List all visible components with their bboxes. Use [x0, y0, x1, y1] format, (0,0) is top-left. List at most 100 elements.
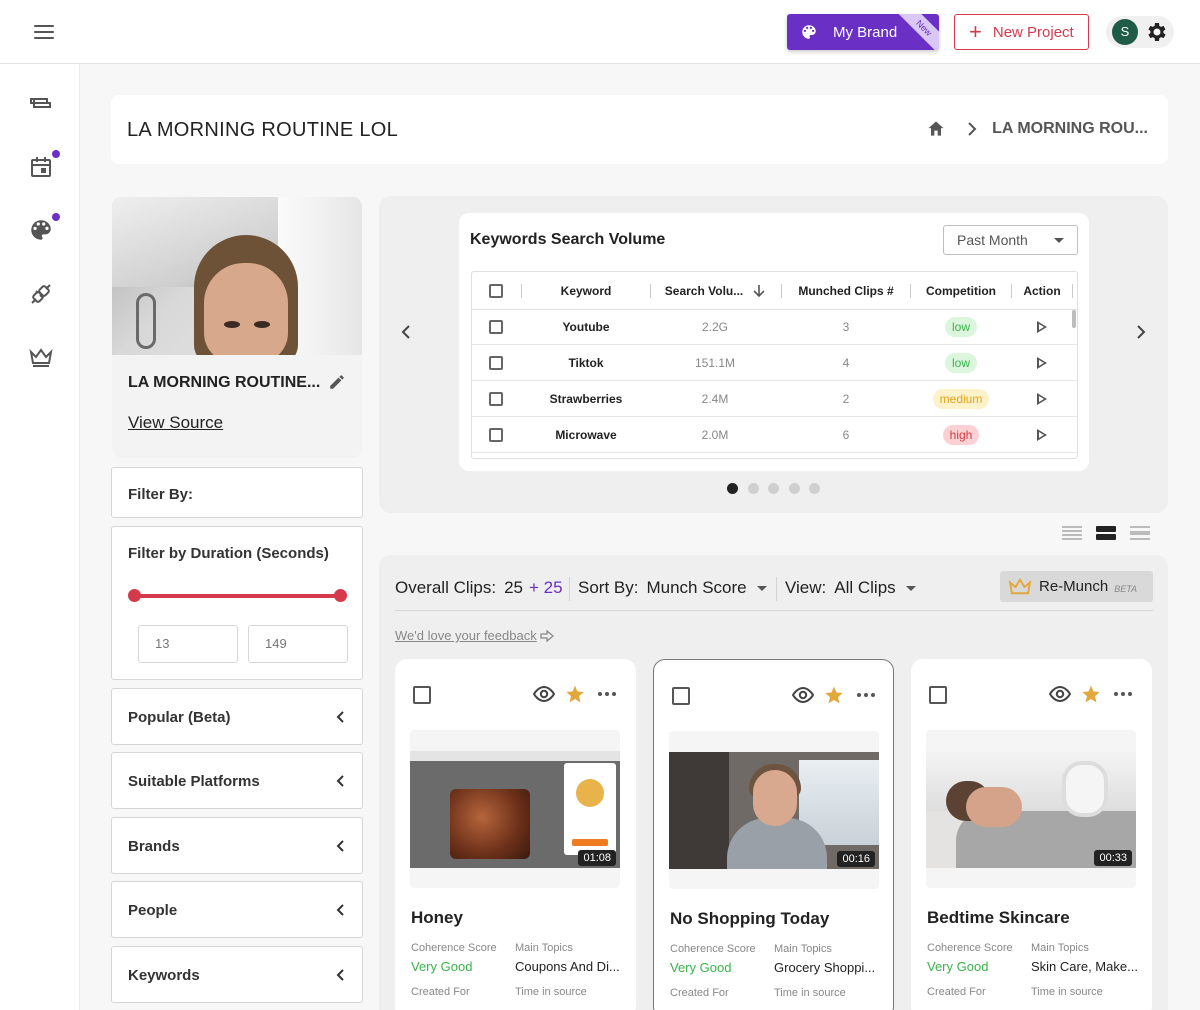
filter-section-label: Popular (Beta): [128, 709, 231, 726]
gear-icon[interactable]: [1145, 20, 1169, 44]
carousel-dot[interactable]: [788, 483, 800, 494]
carousel-prev-chevron-icon[interactable]: [400, 324, 412, 340]
clips-cell: 2: [842, 392, 850, 406]
projects-icon[interactable]: [28, 92, 54, 118]
competition-badge: medium: [932, 389, 990, 409]
chevron-left-icon: [336, 969, 344, 981]
table-scrollbar[interactable]: [1072, 310, 1076, 328]
my-brand-button[interactable]: My Brand New: [787, 14, 939, 50]
more-options-icon[interactable]: [1114, 692, 1135, 696]
home-icon[interactable]: [926, 119, 946, 139]
filter-section-brands[interactable]: Brands: [111, 817, 363, 874]
duration-slider-min-handle[interactable]: [128, 589, 141, 602]
filter-section-platforms[interactable]: Suitable Platforms: [111, 752, 363, 809]
select-all-checkbox[interactable]: [489, 283, 503, 298]
feedback-link[interactable]: We'd love your feedback: [395, 628, 554, 643]
user-menu[interactable]: S: [1106, 16, 1174, 48]
period-select[interactable]: Past Month: [943, 225, 1078, 255]
star-icon[interactable]: [1081, 684, 1101, 704]
eye-icon[interactable]: [1049, 686, 1071, 702]
crown-icon[interactable]: [28, 344, 54, 370]
row-checkbox[interactable]: [489, 356, 503, 370]
clip-card[interactable]: 01:08 Honey Coherence Score Very Good Ma…: [395, 659, 636, 1010]
duration-max-input[interactable]: 149: [248, 625, 348, 663]
play-icon[interactable]: [1037, 429, 1047, 441]
filter-section-people[interactable]: People: [111, 881, 363, 938]
play-icon[interactable]: [1037, 357, 1047, 369]
list-view-icon[interactable]: [1062, 526, 1082, 540]
breadcrumb-current[interactable]: LA MORNING ROU...: [992, 120, 1148, 138]
eye-icon[interactable]: [533, 686, 555, 702]
star-icon[interactable]: [824, 685, 844, 705]
coherence-value: Very Good: [927, 959, 989, 974]
topics-value: Coupons And Di...: [515, 959, 620, 974]
clip-checkbox[interactable]: [672, 687, 690, 705]
palette-nav-icon[interactable]: [28, 213, 60, 243]
clip-checkbox[interactable]: [929, 686, 947, 704]
clip-card[interactable]: 00:16 No Shopping Today Coherence Score …: [653, 659, 894, 1010]
column-header-search-volume[interactable]: Search Volu...: [650, 272, 780, 309]
eye-icon[interactable]: [792, 687, 814, 703]
period-select-value: Past Month: [957, 232, 1028, 248]
row-checkbox[interactable]: [489, 428, 503, 442]
new-project-button[interactable]: + New Project: [954, 14, 1089, 50]
clip-thumbnail[interactable]: 01:08: [410, 730, 620, 888]
calendar-icon[interactable]: [28, 150, 60, 180]
compact-view-icon[interactable]: [1130, 526, 1150, 540]
competition-badge: low: [944, 353, 977, 373]
clip-checkbox[interactable]: [413, 686, 431, 704]
clip-thumbnail[interactable]: 00:16: [669, 731, 879, 889]
duration-slider-track[interactable]: [134, 594, 342, 598]
card-view-icon[interactable]: [1096, 526, 1116, 540]
coherence-value: Very Good: [670, 960, 732, 975]
overall-clips-label: Overall Clips:: [395, 578, 497, 597]
column-header-keyword[interactable]: Keyword: [522, 272, 650, 309]
more-options-icon[interactable]: [857, 693, 878, 697]
competition-badge: low: [944, 317, 977, 337]
chevron-left-icon: [336, 904, 344, 916]
carousel-dot[interactable]: [768, 483, 779, 494]
column-header-action: Action: [1023, 283, 1061, 298]
filter-section-popular[interactable]: Popular (Beta): [111, 688, 363, 745]
view-dropdown[interactable]: View: All Clips: [785, 578, 916, 598]
coherence-label: Coherence Score: [411, 942, 497, 954]
view-source-link[interactable]: View Source: [128, 413, 223, 433]
filter-section-keywords[interactable]: Keywords: [111, 946, 363, 1003]
column-header-competition[interactable]: Competition: [911, 272, 1011, 309]
overall-clips-count: 25: [504, 578, 524, 597]
menu-icon[interactable]: [34, 24, 54, 40]
carousel-dot[interactable]: [747, 483, 759, 494]
keyword-cell: Microwave: [555, 428, 617, 442]
duration-min-input[interactable]: 13: [138, 625, 238, 663]
keyword-cell: Tiktok: [568, 356, 604, 370]
project-thumbnail[interactable]: [112, 197, 362, 355]
integrations-plug-icon[interactable]: [28, 281, 54, 307]
row-checkbox[interactable]: [489, 320, 503, 334]
carousel-next-chevron-icon[interactable]: [1135, 324, 1147, 340]
time-in-source-label: Time in source: [774, 987, 846, 999]
topics-label: Main Topics: [515, 942, 573, 954]
carousel-dot[interactable]: [727, 483, 738, 494]
sort-dropdown[interactable]: Sort By: Munch Score: [578, 578, 767, 598]
overall-clips: Overall Clips: 25 + 25: [395, 578, 563, 598]
column-header-munched-clips[interactable]: Munched Clips #: [782, 272, 910, 309]
new-project-label: New Project: [992, 23, 1074, 41]
row-checkbox[interactable]: [489, 392, 503, 406]
clip-title: No Shopping Today: [670, 909, 830, 928]
re-munch-label: Re-Munch: [1039, 578, 1109, 595]
clips-cell: 4: [842, 356, 850, 370]
play-icon[interactable]: [1037, 321, 1047, 333]
re-munch-button[interactable]: Re-Munch BETA: [1000, 571, 1153, 602]
chevron-left-icon: [336, 775, 344, 787]
time-in-source-label: Time in source: [1031, 986, 1103, 998]
play-icon[interactable]: [1037, 393, 1047, 405]
edit-pencil-icon[interactable]: [328, 373, 346, 391]
avatar[interactable]: S: [1112, 19, 1138, 45]
star-icon[interactable]: [565, 684, 585, 704]
coherence-label: Coherence Score: [927, 942, 1013, 954]
carousel-dot[interactable]: [809, 483, 820, 494]
clip-thumbnail[interactable]: 00:33: [926, 730, 1136, 888]
duration-slider-max-handle[interactable]: [334, 589, 347, 602]
clip-card[interactable]: 00:33 Bedtime Skincare Coherence Score V…: [911, 659, 1152, 1010]
more-options-icon[interactable]: [598, 692, 619, 696]
